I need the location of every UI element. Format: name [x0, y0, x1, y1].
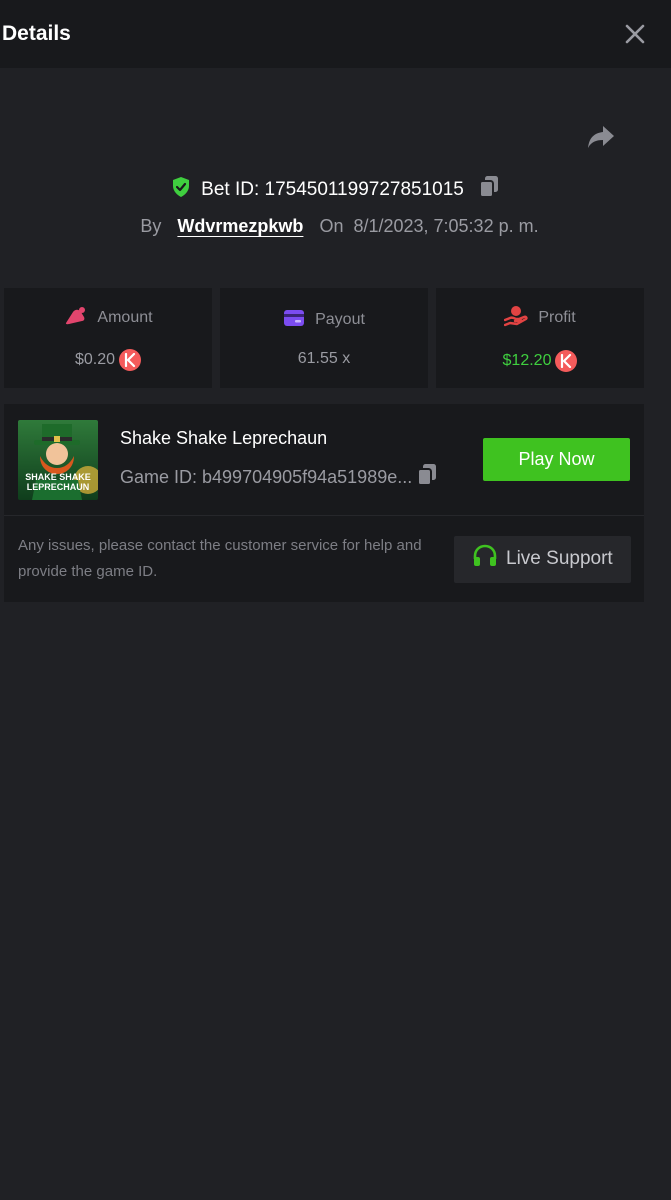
profit-value: $12.20 — [502, 351, 552, 369]
on-label: On — [319, 215, 344, 236]
support-row: Any issues, please contact the customer … — [4, 516, 644, 602]
profit-label: Profit — [538, 309, 576, 326]
play-now-button[interactable]: Play Now — [483, 438, 630, 481]
header: Details — [0, 0, 671, 68]
game-id-row: Game ID: b499704905f94a51989e... — [120, 463, 483, 492]
thumb-title: SHAKE SHAKE LEPRECHAUN — [18, 472, 98, 492]
by-row: By Wdvrmezpkwb On 8/1/2023, 7:05:32 p. m… — [0, 212, 671, 240]
game-name: Shake Shake Leprechaun — [120, 427, 328, 448]
game-summary: SHAKE SHAKE LEPRECHAUN Shake Shake Lepre… — [4, 404, 644, 516]
help-text: Any issues, please contact the customer … — [18, 537, 422, 580]
amount-label: Amount — [97, 309, 153, 326]
stats-row: Amount $0.20 Payout 61.55 x Profit $12.2… — [0, 288, 671, 388]
game-card: SHAKE SHAKE LEPRECHAUN Shake Shake Lepre… — [4, 404, 644, 602]
stat-profit: Profit $12.20 — [436, 288, 644, 388]
game-id-text: Game ID: b499704905f94a51989e... — [120, 466, 413, 487]
game-thumbnail[interactable]: SHAKE SHAKE LEPRECHAUN — [18, 419, 98, 500]
coin-icon — [119, 348, 142, 371]
coin-icon — [555, 349, 578, 372]
live-support-button[interactable]: Live Support — [453, 535, 631, 583]
thumb-title-line-1: SHAKE SHAKE — [25, 471, 91, 482]
payout-label: Payout — [315, 311, 365, 328]
copy-icon[interactable] — [478, 175, 500, 205]
share-row — [0, 68, 671, 178]
payout-value: 61.55 x — [297, 349, 351, 367]
stat-payout: Payout 61.55 x — [220, 288, 428, 388]
by-label: By — [140, 215, 162, 236]
close-icon[interactable] — [621, 20, 649, 48]
copy-icon[interactable] — [416, 463, 438, 492]
live-support-label: Live Support — [506, 548, 613, 569]
thumb-title-line-2: LEPRECHAUN — [26, 481, 90, 492]
shield-check-icon — [171, 176, 191, 204]
card-icon — [283, 309, 305, 332]
username-link[interactable]: Wdvrmezpkwb — [177, 216, 303, 237]
hand-heart-icon — [504, 305, 528, 332]
cap-icon — [63, 306, 87, 331]
share-icon[interactable] — [586, 124, 616, 155]
amount-value: $0.20 — [74, 350, 116, 368]
headset-icon — [472, 544, 498, 574]
bet-id-row: Bet ID: 1754501199727851015 — [0, 175, 671, 205]
game-info: Shake Shake Leprechaun Game ID: b4997049… — [120, 428, 483, 492]
page-title: Details — [2, 22, 71, 45]
stat-amount: Amount $0.20 — [4, 288, 212, 388]
bet-id-text: Bet ID: 1754501199727851015 — [201, 179, 464, 200]
bet-date: 8/1/2023, 7:05:32 p. m. — [353, 215, 539, 236]
